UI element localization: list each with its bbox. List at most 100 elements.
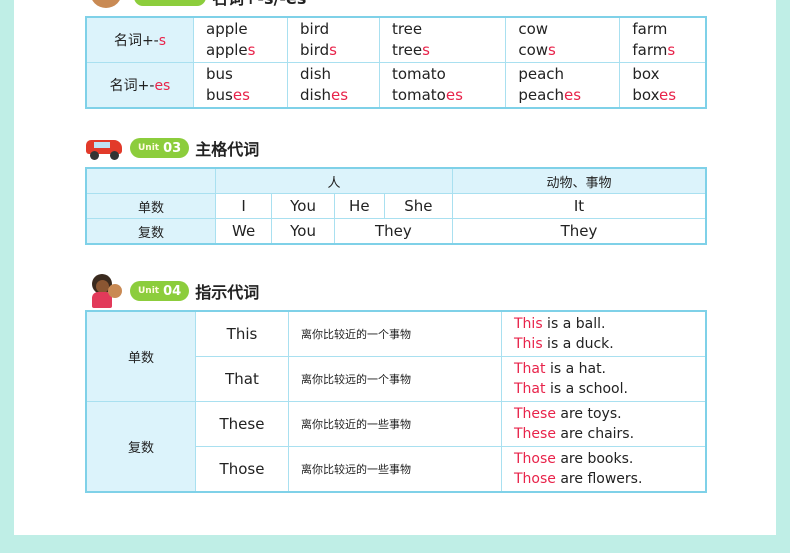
plural-stem: farm — [632, 41, 668, 59]
row-label: 名词+-s — [85, 16, 194, 63]
example-pronoun: This — [514, 336, 543, 352]
example-line: These are toys. — [514, 404, 705, 424]
plural-stem: cow — [518, 41, 549, 59]
plural-stem: bus — [206, 86, 233, 104]
description-cell: 离你比较远的一些事物 — [288, 446, 502, 493]
table-row: 单数 I You He She It — [85, 193, 707, 219]
example-pronoun: That — [514, 381, 546, 397]
pronoun-cell: You — [271, 193, 335, 219]
pronoun-cell: They — [452, 218, 707, 245]
row-label-plural: 复数 — [85, 401, 196, 493]
demonstrative-pronouns-table: 单数 This 离你比较近的一个事物 This is a ball. This … — [85, 310, 707, 493]
section2-title: 主格代词 — [195, 140, 260, 159]
singular-word: bus — [206, 65, 233, 83]
section2-header: Unit 03 主格代词 — [86, 136, 259, 160]
example-cell: That is a hat. That is a school. — [501, 356, 707, 402]
word-cell: peach peaches — [505, 62, 621, 109]
plural-word: dishes — [300, 85, 379, 106]
header-people: 人 — [215, 167, 453, 194]
plural-stem: peach — [518, 86, 565, 104]
example-cell: These are toys. These are chairs. — [501, 401, 707, 447]
example-line: Those are books. — [514, 449, 705, 469]
pronoun-cell: It — [452, 193, 707, 219]
description-cell: 离你比较近的一个事物 — [288, 310, 502, 357]
unit-word: Unit — [138, 286, 160, 296]
example-rest: is a ball. — [542, 316, 606, 332]
unit-number: 03 — [163, 140, 182, 156]
plural-suffix: s — [422, 41, 430, 59]
girl-with-dog-icon — [86, 274, 122, 308]
plural-word: boxes — [632, 85, 705, 106]
row-label-plural: 复数 — [85, 218, 216, 245]
row-label-singular: 单数 — [85, 310, 196, 402]
example-pronoun: That — [514, 361, 546, 377]
label-base: 名词+- — [113, 33, 159, 49]
example-cell: Those are books. Those are flowers. — [501, 446, 707, 493]
car-icon — [86, 136, 122, 160]
plural-suffix: s — [329, 41, 337, 59]
table-row: 复数 We You They They — [85, 218, 707, 245]
singular-word: apple — [206, 20, 248, 38]
word-cell: farm farms — [619, 16, 707, 63]
example-rest: are chairs. — [555, 426, 635, 442]
unit-word: Unit — [138, 143, 160, 153]
header-things: 动物、事物 — [452, 167, 707, 194]
plural-suffix: s — [247, 41, 256, 59]
table-row: 复数 These 离你比较近的一些事物 These are toys. Thes… — [85, 401, 707, 493]
pronoun-cell: They — [333, 218, 454, 245]
subject-pronouns-table: 人 动物、事物 单数 I You He She It 复数 We You The… — [85, 167, 707, 245]
plural-word: apples — [206, 40, 287, 61]
table-header-row: 人 动物、事物 — [85, 167, 707, 194]
example-line: These are chairs. — [514, 424, 705, 444]
plural-suffix: es — [445, 86, 463, 104]
plural-nouns-table: 名词+-s apple apples bird birds tree trees co… — [85, 16, 707, 109]
plural-suffix: es — [564, 86, 582, 104]
plural-word: cows — [518, 40, 619, 61]
plural-word: tomatoes — [392, 85, 505, 106]
unit-badge: Unit 03 — [130, 138, 190, 158]
pronoun-cell: Those — [195, 446, 289, 493]
example-pronoun: These — [514, 426, 556, 442]
section1-header: 名词+-s/-es — [86, 0, 306, 8]
label-suffix: s — [158, 33, 167, 49]
plural-word: trees — [392, 40, 505, 61]
plural-stem: tomato — [391, 86, 446, 104]
pronoun-cell: I — [214, 193, 273, 219]
example-line: That is a school. — [514, 379, 705, 399]
row-label-singular: 单数 — [85, 193, 216, 219]
plural-word: farms — [632, 40, 705, 61]
singular-word: peach — [518, 65, 565, 83]
row-label: 名词+-es — [85, 62, 194, 109]
pronoun-cell: This — [195, 310, 289, 357]
plural-suffix: es — [659, 86, 677, 104]
word-cell: cow cows — [505, 16, 621, 63]
label-base: 名词+- — [109, 78, 155, 94]
singular-word: farm — [632, 20, 668, 38]
plural-suffix: s — [667, 41, 676, 59]
table-row: 名词+-s apple apples bird birds tree trees co… — [85, 16, 707, 63]
word-cell: dish dishes — [287, 62, 380, 109]
unit-badge — [134, 0, 206, 6]
table-row: 名词+-es bus buses dish dishes tomato tomatoe… — [85, 62, 707, 109]
singular-word: box — [632, 65, 660, 83]
example-line: This is a ball. — [514, 314, 705, 334]
pronoun-cell: These — [195, 401, 289, 447]
example-rest: is a duck. — [542, 336, 614, 352]
unit-badge: Unit 04 — [130, 281, 190, 301]
pronoun-cell: That — [195, 356, 289, 402]
plural-stem: tree — [391, 41, 423, 59]
plural-suffix: es — [232, 86, 250, 104]
example-rest: is a hat. — [545, 361, 607, 377]
plural-suffix: es — [331, 86, 349, 104]
pronoun-cell: She — [383, 193, 454, 219]
example-pronoun: These — [514, 406, 556, 422]
word-cell: apple apples — [192, 16, 289, 63]
example-rest: are flowers. — [555, 471, 643, 487]
plural-stem: bird — [300, 41, 330, 59]
section1-title: 名词+-s/-es — [212, 0, 306, 9]
plural-suffix: s — [548, 41, 556, 59]
singular-word: tomato — [391, 65, 446, 83]
plural-stem: apple — [206, 41, 248, 59]
word-cell: bus buses — [192, 62, 289, 109]
example-rest: are toys. — [555, 406, 622, 422]
